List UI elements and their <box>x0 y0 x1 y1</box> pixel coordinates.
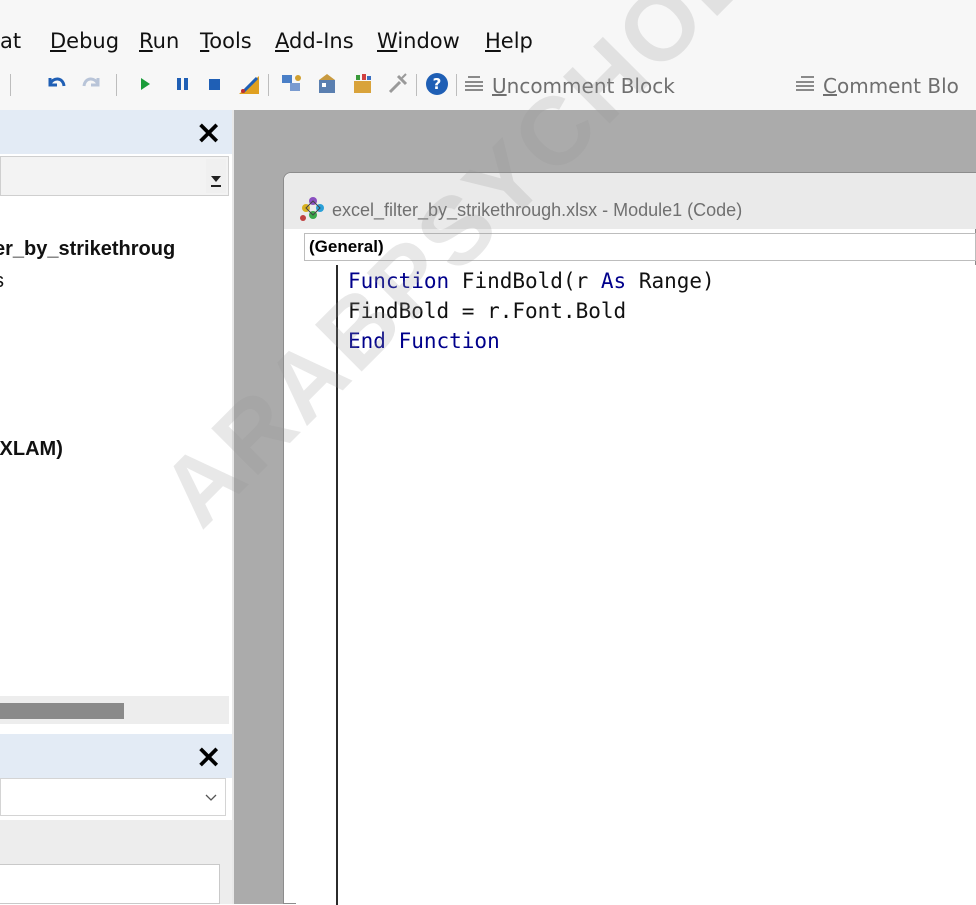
menu-run[interactable]: Run <box>139 29 179 53</box>
tree-item-addin[interactable]: .XLAM) <box>0 438 63 461</box>
menu-tools[interactable]: Tools <box>200 29 252 53</box>
run-icon[interactable] <box>133 72 157 96</box>
project-selector[interactable] <box>0 156 229 196</box>
code-window: excel_filter_by_strikethrough.xlsx - Mod… <box>283 172 976 905</box>
design-mode-icon[interactable] <box>237 72 261 96</box>
close-properties-icon[interactable]: × <box>195 740 222 772</box>
chevron-down-icon <box>205 794 217 801</box>
help-icon[interactable]: ? <box>425 72 449 96</box>
project-explorer-icon[interactable] <box>280 72 304 96</box>
code-window-title-bar[interactable]: excel_filter_by_strikethrough.xlsx - Mod… <box>284 173 976 229</box>
tree-item[interactable]: s <box>0 270 4 293</box>
dropdown-arrow-icon[interactable] <box>206 159 226 193</box>
toolbox-icon[interactable] <box>386 72 410 96</box>
vba-module-icon <box>300 197 324 221</box>
properties-list[interactable] <box>0 864 220 904</box>
project-explorer-title-bar: × <box>0 110 232 154</box>
properties-title-bar: × <box>0 734 232 778</box>
scrollbar-thumb[interactable] <box>0 703 124 719</box>
code-line[interactable]: FindBold = r.Font.Bold <box>348 299 626 323</box>
menu-add-ins[interactable]: Add-Ins <box>275 29 354 53</box>
standard-toolbar: ? Uncomment Block Comment Blo <box>0 62 976 110</box>
object-combo[interactable]: (General) <box>304 233 976 261</box>
close-project-explorer-icon[interactable]: × <box>195 116 222 148</box>
object-browser-icon[interactable] <box>351 72 375 96</box>
menu-format[interactable]: at <box>0 29 21 53</box>
reset-icon[interactable] <box>203 72 227 96</box>
toolbar-separator <box>10 74 11 96</box>
code-window-title: excel_filter_by_strikethrough.xlsx - Mod… <box>332 200 743 220</box>
menu-debug[interactable]: Debug <box>50 29 119 53</box>
properties-object-selector[interactable] <box>0 778 226 816</box>
project-explorer-panel: × ) er_by_strikethroug s .XLAM) × <box>0 110 232 904</box>
uncomment-block-icon[interactable] <box>462 72 486 96</box>
code-line[interactable]: Function FindBold(r As Range) <box>348 269 715 293</box>
svg-text:?: ? <box>433 75 442 93</box>
uncomment-block-button[interactable]: Uncomment Block <box>492 74 675 98</box>
undo-icon[interactable] <box>44 72 68 96</box>
code-line[interactable]: End Function <box>348 329 500 353</box>
horizontal-scrollbar[interactable] <box>0 696 229 724</box>
menu-bar: at Debug Run Tools Add-Ins Window Help <box>0 0 976 62</box>
object-combo-value: (General) <box>309 237 384 256</box>
code-editor[interactable]: Function FindBold(r As Range) FindBold =… <box>296 265 976 905</box>
tree-item-workbook[interactable]: er_by_strikethroug <box>0 238 175 261</box>
margin-indicator-bar[interactable] <box>296 265 338 905</box>
menu-help[interactable]: Help <box>485 29 533 53</box>
tree-item[interactable]: ) <box>0 206 1 229</box>
toolbar-separator <box>416 74 417 96</box>
menu-window[interactable]: Window <box>377 29 460 53</box>
comment-block-button[interactable]: Comment Blo <box>823 74 959 98</box>
break-icon[interactable] <box>171 72 195 96</box>
toolbar-separator <box>456 74 457 96</box>
toolbar-separator <box>268 74 269 96</box>
comment-block-icon[interactable] <box>793 72 817 96</box>
toolbar-separator <box>116 74 117 96</box>
redo-icon[interactable] <box>80 72 104 96</box>
properties-icon[interactable] <box>316 72 340 96</box>
